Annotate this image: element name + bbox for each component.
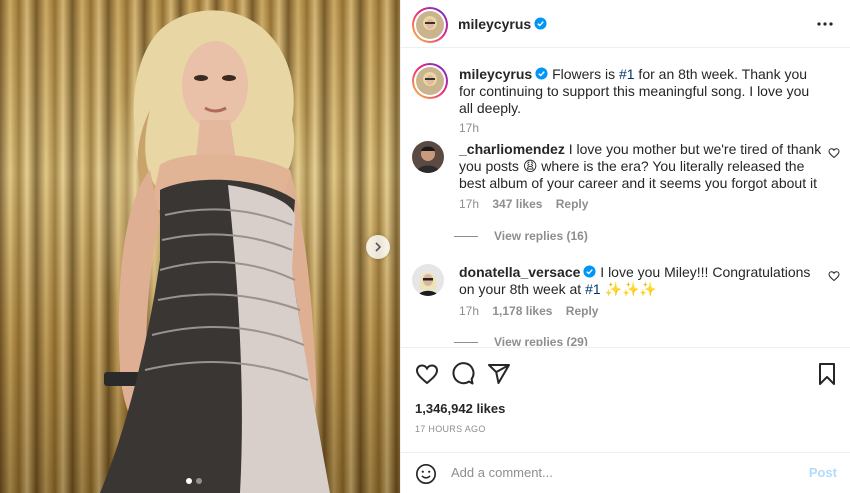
like-count[interactable]: 1,346,942 likes: [415, 401, 505, 416]
author-username-text[interactable]: mileycyrus: [458, 16, 531, 32]
caption-text-part: Flowers is: [552, 66, 619, 82]
caption-username[interactable]: mileycyrus: [459, 66, 532, 82]
comment-meta: 17h 347 likes Reply: [459, 197, 598, 211]
comment-meta: 17h 1,178 likes Reply: [459, 304, 608, 318]
comment-text: _charliomendez I love you mother but we'…: [459, 141, 824, 192]
photo-subject: [100, 10, 330, 493]
post-comment-button[interactable]: Post: [809, 465, 837, 480]
author-avatar[interactable]: [412, 7, 448, 43]
comment-reply-button[interactable]: Reply: [566, 304, 599, 318]
chevron-right-icon: [375, 242, 382, 252]
comment-username[interactable]: _charliomendez: [459, 141, 565, 157]
caption-text: mileycyrus Flowers is #1 for an 8th week…: [459, 66, 824, 117]
view-replies-label[interactable]: View replies (29): [494, 335, 588, 346]
verified-badge-icon: [534, 17, 547, 30]
commenter-avatar[interactable]: [412, 141, 444, 173]
view-replies-button[interactable]: View replies (29): [454, 335, 588, 346]
comment-likes[interactable]: 347 likes: [492, 197, 542, 211]
carousel-dot: [196, 478, 202, 484]
comment-likes[interactable]: 1,178 likes: [492, 304, 552, 318]
heart-icon[interactable]: [415, 362, 439, 386]
post-sidebar: mileycyrus mileycyrus Flowers is #1 for …: [400, 0, 850, 493]
post-time[interactable]: 17 HOURS AGO: [415, 424, 486, 434]
author-username[interactable]: mileycyrus: [458, 16, 547, 32]
verified-badge-icon: [535, 67, 548, 80]
commenter-avatar[interactable]: [412, 264, 444, 296]
post-actions: 1,346,942 likes 17 HOURS AGO Post: [401, 347, 850, 492]
caption-hashtag[interactable]: #1: [619, 66, 635, 82]
caption-time[interactable]: 17h: [459, 121, 479, 135]
caption-meta: 17h: [459, 121, 489, 135]
share-icon[interactable]: [487, 362, 511, 386]
carousel-dot: [186, 478, 192, 484]
comment-emoji: ✨✨✨: [600, 281, 657, 297]
comment-time[interactable]: 17h: [459, 304, 479, 318]
view-replies-button[interactable]: View replies (16): [454, 229, 588, 243]
verified-badge-icon: [583, 265, 596, 278]
comment-hashtag[interactable]: #1: [585, 281, 601, 297]
comment-username[interactable]: donatella_versace: [459, 264, 580, 280]
comment-time[interactable]: 17h: [459, 197, 479, 211]
comment-icon[interactable]: [451, 362, 475, 386]
view-replies-line: [454, 341, 478, 343]
carousel-dots: [186, 478, 202, 484]
comment-heart-icon[interactable]: [828, 270, 840, 282]
more-options-icon[interactable]: [815, 14, 835, 34]
comment-heart-icon[interactable]: [828, 147, 840, 159]
view-replies-label[interactable]: View replies (16): [494, 229, 588, 243]
comment-text: donatella_versace I love you Miley!!! Co…: [459, 264, 824, 298]
view-replies-line: [454, 235, 478, 237]
next-slide-button[interactable]: [366, 235, 390, 259]
comment-reply-button[interactable]: Reply: [556, 197, 589, 211]
emoji-icon[interactable]: [415, 463, 437, 485]
bookmark-icon[interactable]: [817, 362, 837, 386]
comments-section: mileycyrus Flowers is #1 for an 8th week…: [401, 48, 850, 346]
caption-avatar[interactable]: [412, 63, 448, 99]
add-comment-bar: Post: [401, 452, 850, 493]
comment-input[interactable]: [451, 465, 791, 480]
post-header: mileycyrus: [401, 0, 850, 48]
post-photo[interactable]: [0, 0, 400, 493]
